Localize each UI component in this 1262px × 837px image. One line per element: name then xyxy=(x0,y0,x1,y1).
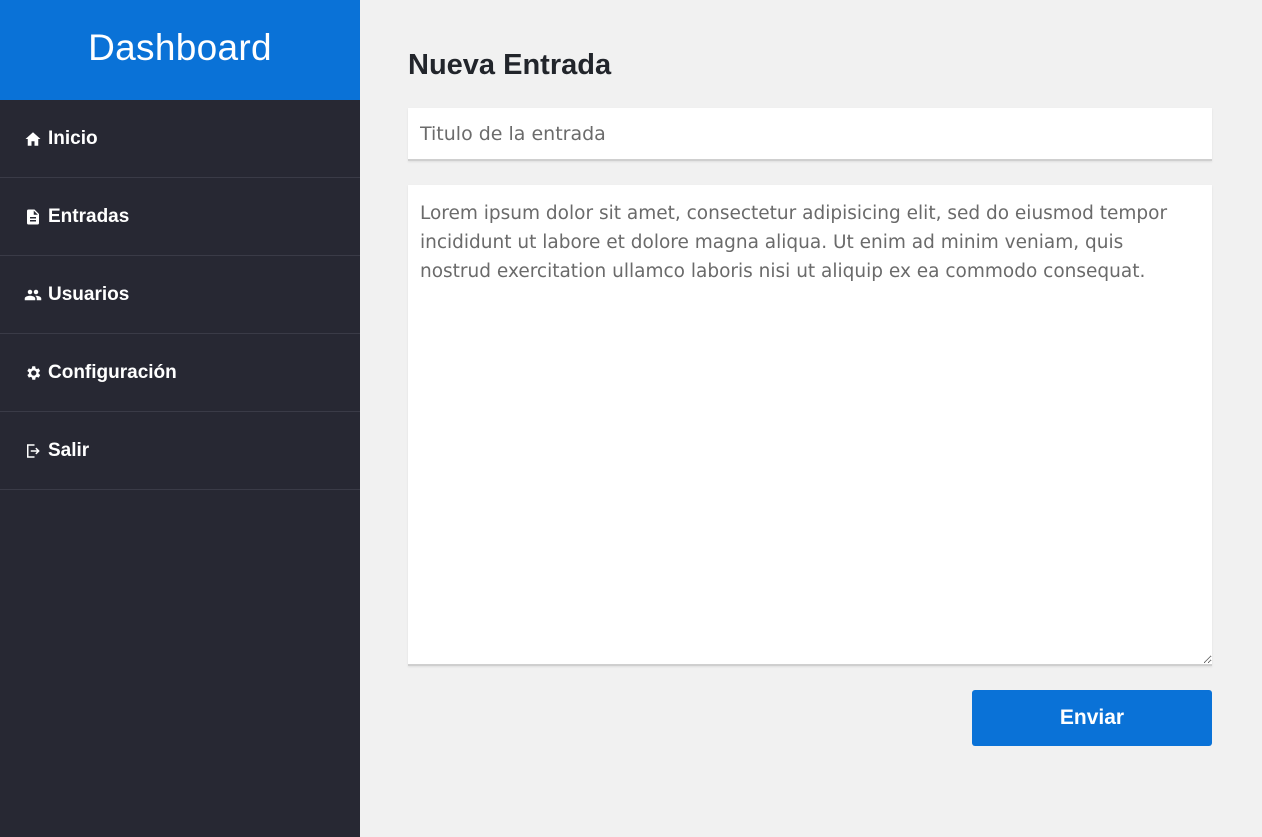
form-actions: Enviar xyxy=(408,690,1212,746)
main-content: Nueva Entrada Lorem ipsum dolor sit amet… xyxy=(360,0,1262,837)
sidebar-item-usuarios[interactable]: Usuarios xyxy=(0,256,360,334)
sidebar-item-label: Usuarios xyxy=(48,283,130,305)
document-icon xyxy=(24,208,42,226)
sidebar-item-label: Inicio xyxy=(48,127,98,149)
sidebar-item-entradas[interactable]: Entradas xyxy=(0,178,360,256)
sidebar-item-label: Entradas xyxy=(48,205,130,227)
logout-icon xyxy=(24,442,42,460)
home-icon xyxy=(24,130,42,148)
body-textarea[interactable]: Lorem ipsum dolor sit amet, consectetur … xyxy=(408,185,1212,666)
submit-button[interactable]: Enviar xyxy=(972,690,1212,746)
users-icon xyxy=(24,286,42,304)
sidebar-item-configuracion[interactable]: Configuración xyxy=(0,334,360,412)
sidebar-item-salir[interactable]: Salir xyxy=(0,412,360,490)
sidebar: Dashboard Inicio Entradas Usuarios Confi… xyxy=(0,0,360,837)
app: Dashboard Inicio Entradas Usuarios Confi… xyxy=(0,0,1262,837)
title-input[interactable] xyxy=(408,108,1212,161)
brand-title[interactable]: Dashboard xyxy=(0,0,360,100)
sidebar-item-label: Configuración xyxy=(48,361,177,383)
sidebar-item-inicio[interactable]: Inicio xyxy=(0,100,360,178)
gear-icon xyxy=(24,364,42,382)
sidebar-nav: Inicio Entradas Usuarios Configuración S… xyxy=(0,100,360,490)
page-title: Nueva Entrada xyxy=(408,49,612,81)
sidebar-item-label: Salir xyxy=(48,439,90,461)
